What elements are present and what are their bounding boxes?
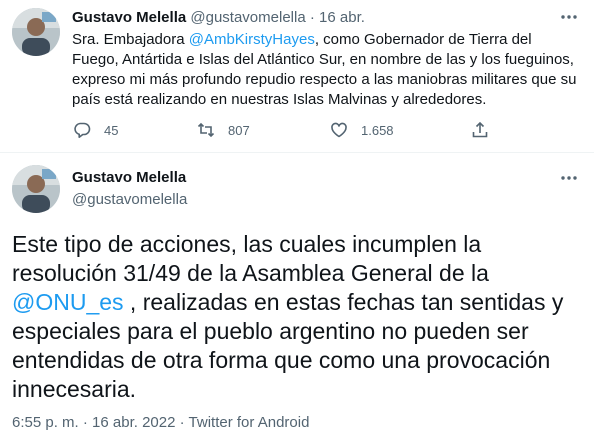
reply-button[interactable]: 45 [72,118,118,142]
tweet-date[interactable]: 16 abr. 2022 [92,414,175,431]
reply-icon [72,120,92,140]
avatar[interactable] [12,165,60,213]
mention-link[interactable]: @ONU_es [12,289,124,315]
parent-tweet-text: Sra. Embajadora @AmbKirstyHayes, como Go… [72,30,577,110]
share-icon [470,120,490,140]
header-separator: · [309,9,315,26]
meta-separator: · [82,414,88,431]
main-tweet-author: Gustavo Melella @gustavomelella [72,168,187,210]
parent-tweet-header: Gustavo Melella @gustavomelella · 16 abr… [72,9,577,27]
tweet-time[interactable]: 6:55 p. m. [12,414,79,431]
retweet-button[interactable]: 807 [196,118,250,142]
text-part: Sra. Embajadora [72,31,189,48]
share-button[interactable] [470,118,490,142]
tweet-date[interactable]: 16 abr. [319,9,365,26]
parent-tweet-body: Gustavo Melella @gustavomelella · 16 abr… [72,9,577,110]
meta-separator: · [179,414,185,431]
more-icon[interactable] [558,167,580,189]
main-tweet: Gustavo Melella @gustavomelella Este tip… [0,153,594,445]
author-name[interactable]: Gustavo Melella [72,9,186,26]
parent-tweet[interactable]: Gustavo Melella @gustavomelella · 16 abr… [0,0,594,153]
retweet-icon [196,120,216,140]
author-handle[interactable]: @gustavomelella [190,9,305,26]
tweet-metadata: 6:55 p. m. · 16 abr. 2022 · Twitter for … [12,413,309,433]
tweet-actions: 45 807 1.658 [72,118,492,142]
tweet-thread: Gustavo Melella @gustavomelella · 16 abr… [0,0,594,445]
like-button[interactable]: 1.658 [329,118,394,142]
reply-count: 45 [104,122,119,138]
tweet-source[interactable]: Twitter for Android [189,414,310,431]
mention-link[interactable]: @AmbKirstyHayes [189,31,315,48]
main-tweet-text: Este tipo de acciones, las cuales incump… [12,230,582,404]
retweet-count: 807 [228,122,250,138]
author-handle[interactable]: @gustavomelella [72,190,187,210]
more-icon[interactable] [558,6,580,28]
text-part: Este tipo de acciones, las cuales incump… [12,231,489,286]
like-count: 1.658 [361,122,394,138]
avatar[interactable] [12,8,60,56]
like-icon [329,120,349,140]
author-name[interactable]: Gustavo Melella [72,168,187,188]
